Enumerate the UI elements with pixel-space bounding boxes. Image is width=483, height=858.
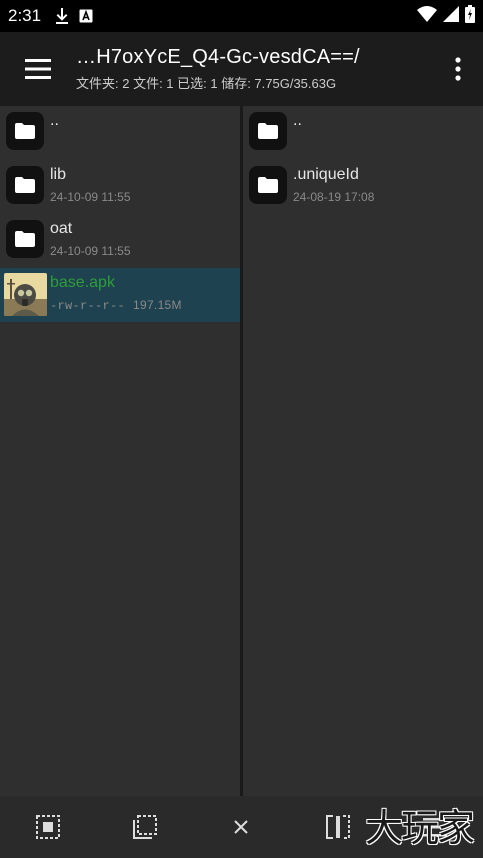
download-icon [55,8,69,24]
folder-row-oat[interactable]: oat 24-10-09 11:55 [0,214,240,268]
current-path-title: …H7oxYcE_Q4-Gc-vesdCA==/ [76,46,360,68]
status-time: 2:31 [8,6,42,25]
folder-icon [249,166,287,204]
file-name: oat [50,220,73,237]
path-header: …H7oxYcE_Q4-Gc-vesdCA==/ 文件夹: 2 文件: 1 已选… [76,46,433,92]
file-name: .uniqueId [293,166,359,183]
menu-button[interactable] [0,32,76,106]
selection-action-bar: 大玩家 [0,796,483,858]
clear-selection-button[interactable] [193,796,290,858]
select-range-button[interactable] [97,796,194,858]
file-name: .. [50,112,59,129]
folder-row-lib[interactable]: lib 24-10-09 11:55 [0,160,240,214]
select-range-icon [132,815,157,839]
app-notification-icon [79,9,93,23]
overflow-menu-button[interactable] [433,32,483,106]
invert-selection-icon [326,815,351,839]
folder-icon [6,166,44,204]
apk-thumbnail-icon [4,273,47,316]
directory-summary: 文件夹: 2 文件: 1 已选: 1 储存: 7.75G/35.63G [76,76,337,91]
watermark-logo: 大玩家 [364,806,475,850]
select-all-icon [36,815,61,839]
file-size: 197.15M [133,298,182,312]
status-bar: 2:31 [0,0,483,32]
wifi-icon [417,5,437,27]
hamburger-menu-icon [25,59,51,79]
battery-icon [465,4,475,28]
close-icon [234,820,249,834]
file-name: base.apk [50,274,115,291]
more-vert-icon [455,57,461,81]
right-file-pane[interactable]: .. .uniqueId 24-08-19 17:08 [243,106,483,796]
select-all-button[interactable] [0,796,97,858]
file-name: .. [293,112,302,129]
file-row-base-apk[interactable]: base.apk -rw-r--r-- 197.15M [0,268,240,322]
dual-pane-container: .. lib 24-10-09 11:55 oat 24-10-09 11:55 [0,106,483,796]
signal-icon [443,5,459,27]
folder-icon [249,112,287,150]
file-date: 24-10-09 11:55 [50,190,131,204]
file-date: 24-08-19 17:08 [293,190,375,204]
parent-directory-row[interactable]: .. [243,106,483,160]
file-date: 24-10-09 11:55 [50,244,131,258]
parent-directory-row[interactable]: .. [0,106,240,160]
app-bar: …H7oxYcE_Q4-Gc-vesdCA==/ 文件夹: 2 文件: 1 已选… [0,32,483,106]
file-permissions: -rw-r--r-- [50,299,126,313]
folder-row-uniqueid[interactable]: .uniqueId 24-08-19 17:08 [243,160,483,214]
folder-icon [6,220,44,258]
file-name: lib [50,166,67,183]
left-file-pane[interactable]: .. lib 24-10-09 11:55 oat 24-10-09 11:55 [0,106,240,796]
folder-icon [6,112,44,150]
file-meta: -rw-r--r-- 197.15M [50,298,182,313]
